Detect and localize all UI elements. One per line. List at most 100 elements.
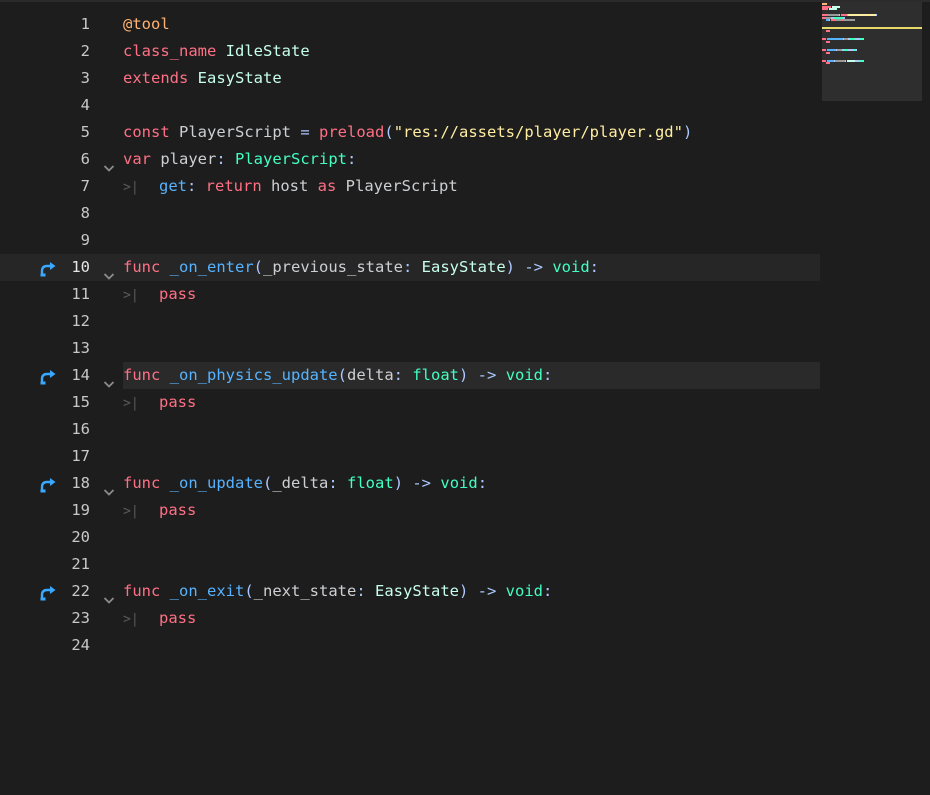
code-token: get: [159, 177, 187, 195]
code-token: :: [356, 582, 375, 600]
code-text[interactable]: [123, 443, 820, 470]
code-line[interactable]: 13: [0, 335, 820, 362]
code-line[interactable]: 5 const PlayerScript = preload("res://ass…: [0, 119, 820, 146]
code-line[interactable]: 17: [0, 443, 820, 470]
code-token: _delta: [272, 474, 329, 492]
code-token: _previous_state: [263, 258, 403, 276]
code-token: :: [589, 258, 600, 276]
code-text[interactable]: >| pass: [123, 497, 820, 524]
code-token: EasyState: [375, 582, 459, 600]
code-text[interactable]: >| get: return host as PlayerScript: [123, 173, 820, 200]
code-token: IdleState: [225, 42, 310, 60]
code-token: pass: [159, 501, 197, 519]
line-number: 7: [80, 177, 90, 195]
code-line[interactable]: 10 func _on_enter(_previous_state: EasySt…: [0, 254, 820, 281]
code-line[interactable]: 21: [0, 551, 820, 578]
fold-chevron-icon[interactable]: [103, 587, 115, 604]
code-token: return: [205, 177, 262, 195]
code-text[interactable]: [123, 200, 820, 227]
code-text[interactable]: func _on_update(_delta: float) -> void:: [123, 470, 820, 497]
code-token: :: [187, 177, 206, 195]
code-text[interactable]: class_name IdleState: [123, 38, 820, 65]
minimap-token: [832, 5, 841, 8]
line-number: 13: [71, 339, 90, 357]
fold-chevron-icon[interactable]: [103, 371, 115, 388]
code-line[interactable]: 2 class_name IdleState: [0, 38, 820, 65]
code-text[interactable]: [123, 92, 820, 119]
code-token: pass: [159, 285, 197, 303]
code-line[interactable]: 18 func _on_update(_delta: float) -> void…: [0, 470, 820, 497]
minimap-token: [822, 3, 827, 5]
code-token: EasyState: [197, 69, 282, 87]
code-text[interactable]: func _on_exit(_next_state: EasyState) ->…: [123, 578, 820, 605]
code-line[interactable]: 23 >| pass: [0, 605, 820, 632]
code-token: "res://assets/player/player.gd": [393, 123, 683, 141]
code-text[interactable]: func _on_enter(_previous_state: EasyStat…: [123, 254, 820, 281]
code-text[interactable]: >| pass: [123, 605, 820, 632]
code-text[interactable]: >| pass: [123, 281, 820, 308]
code-token: func: [123, 474, 161, 492]
code-text[interactable]: var player: PlayerScript:: [123, 146, 820, 173]
code-token: extends: [123, 69, 189, 87]
minimap[interactable]: [822, 2, 922, 101]
code-text[interactable]: const PlayerScript = preload("res://asse…: [123, 119, 820, 146]
code-line[interactable]: 24: [0, 632, 820, 659]
code-line[interactable]: 7 >| get: return host as PlayerScript: [0, 173, 820, 200]
code-line[interactable]: 1 @tool: [0, 11, 820, 38]
fold-chevron-icon[interactable]: [103, 479, 115, 496]
minimap-token: [839, 13, 841, 16]
code-text[interactable]: func _on_physics_update(delta: float) ->…: [123, 362, 820, 389]
code-text[interactable]: [123, 524, 820, 551]
code-line[interactable]: 19 >| pass: [0, 497, 820, 524]
code-line[interactable]: 4: [0, 92, 820, 119]
code-token: :: [403, 258, 422, 276]
code-line[interactable]: 9: [0, 227, 820, 254]
line-number: 17: [71, 447, 90, 465]
code-token: EasyState: [421, 258, 506, 276]
code-token: void: [505, 366, 544, 384]
fold-chevron-icon[interactable]: [103, 263, 115, 280]
code-token: _on_physics_update: [169, 366, 338, 384]
code-token: :: [216, 150, 235, 168]
editor-top-border: [0, 0, 930, 2]
code-line[interactable]: 15 >| pass: [0, 389, 820, 416]
code-token: =: [300, 123, 310, 141]
minimap-token: [876, 13, 878, 16]
line-number: 20: [71, 528, 90, 546]
line-number: 18: [71, 474, 90, 492]
code-line[interactable]: 3 extends EasyState: [0, 65, 820, 92]
code-line[interactable]: 11 >| pass: [0, 281, 820, 308]
code-text[interactable]: [123, 335, 820, 362]
code-line[interactable]: 6 var player: PlayerScript:: [0, 146, 820, 173]
minimap-token: [826, 38, 843, 41]
code-token: ) ->: [459, 582, 506, 600]
code-text[interactable]: >| pass: [123, 389, 820, 416]
code-token: :: [477, 474, 488, 492]
code-token: void: [440, 474, 478, 492]
line-number: 22: [71, 582, 90, 600]
line-number: 11: [71, 285, 90, 303]
code-text[interactable]: [123, 308, 820, 335]
tab-indent-icon: >|: [123, 396, 139, 411]
code-text[interactable]: @tool: [123, 11, 820, 38]
line-number: 5: [80, 123, 90, 141]
code-line[interactable]: 22 func _on_exit(_next_state: EasyState) …: [0, 578, 820, 605]
code-token: (: [244, 582, 254, 600]
code-line[interactable]: 20: [0, 524, 820, 551]
minimap-token: [846, 59, 855, 62]
code-text[interactable]: [123, 227, 820, 254]
line-number: 9: [80, 231, 90, 249]
minimap-token: [822, 8, 829, 11]
code-line[interactable]: 12: [0, 308, 820, 335]
code-line[interactable]: 14 func _on_physics_update(delta: float) …: [0, 362, 820, 389]
fold-chevron-icon[interactable]: [103, 155, 115, 172]
code-line[interactable]: 16: [0, 416, 820, 443]
code-text[interactable]: extends EasyState: [123, 65, 820, 92]
code-line[interactable]: 8: [0, 200, 820, 227]
code-text[interactable]: [123, 632, 820, 659]
code-text[interactable]: [123, 416, 820, 443]
code-editor[interactable]: 1 @tool 2 class_name IdleState 3 extends Easy…: [0, 11, 820, 659]
code-text[interactable]: [123, 551, 820, 578]
